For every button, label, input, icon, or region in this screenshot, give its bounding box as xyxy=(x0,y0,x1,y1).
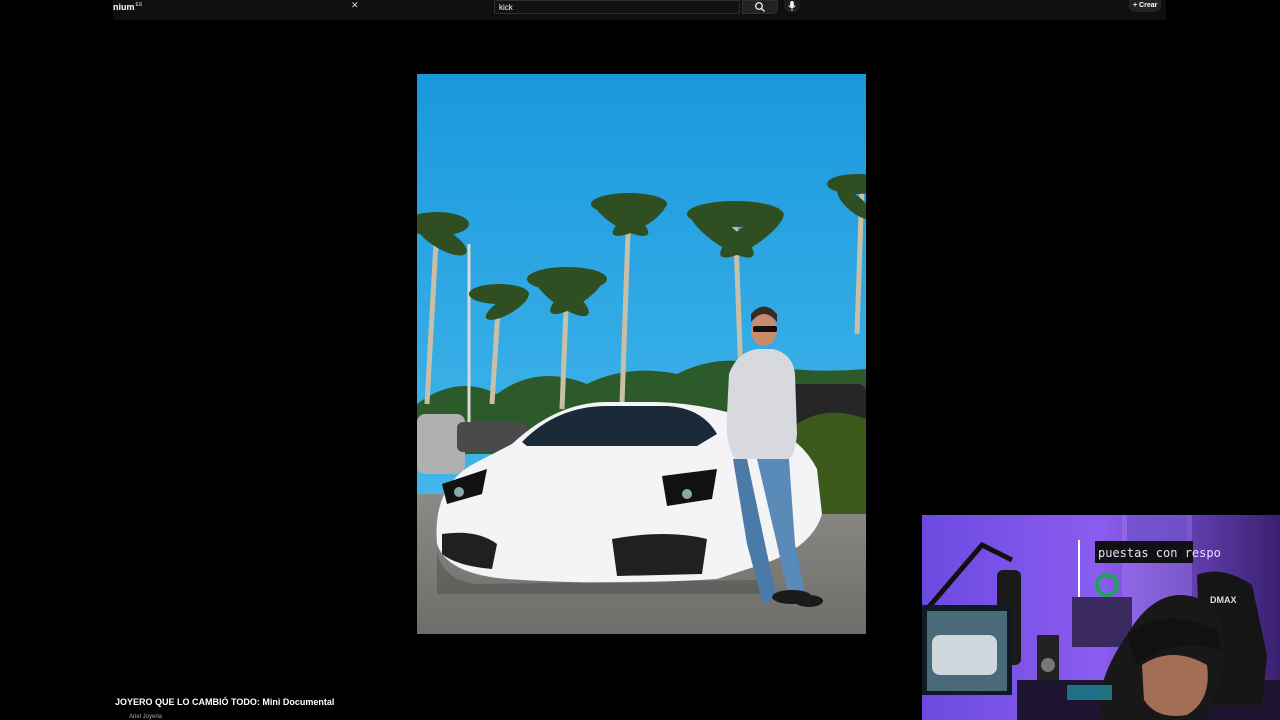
led-sign-text: puestas con respo xyxy=(1098,546,1221,560)
webcam-overlay: puestas con respo DMAX xyxy=(922,515,1280,720)
video-title[interactable]: JOYERO QUE LO CAMBIÓ TODO: Mini Document… xyxy=(115,697,334,707)
chair-brand-text: DMAX xyxy=(1210,595,1237,605)
plus-icon: + xyxy=(1133,2,1138,9)
logo-country-code: ES xyxy=(135,2,143,8)
search-icon xyxy=(755,2,765,12)
microphone-icon xyxy=(788,1,796,11)
search-box xyxy=(494,0,740,14)
webcam-feed-image: puestas con respo DMAX xyxy=(922,515,1280,720)
logo-text: nium xyxy=(113,2,135,12)
site-logo[interactable]: niumES xyxy=(113,2,142,12)
voice-search-button[interactable] xyxy=(784,0,800,13)
video-player[interactable] xyxy=(417,74,866,634)
create-button[interactable]: + Crear xyxy=(1129,0,1162,12)
top-bar: niumES ✕ + Crear xyxy=(113,0,1166,20)
video-info-bar: JOYERO QUE LO CAMBIÓ TODO: Mini Document… xyxy=(113,690,923,720)
search-input[interactable] xyxy=(499,1,719,13)
channel-name[interactable]: Ariel Joyeria xyxy=(129,714,162,720)
video-frame-image xyxy=(417,74,866,634)
search-button[interactable] xyxy=(742,0,778,14)
clear-search-icon[interactable]: ✕ xyxy=(351,0,359,11)
create-label: Crear xyxy=(1139,2,1158,9)
